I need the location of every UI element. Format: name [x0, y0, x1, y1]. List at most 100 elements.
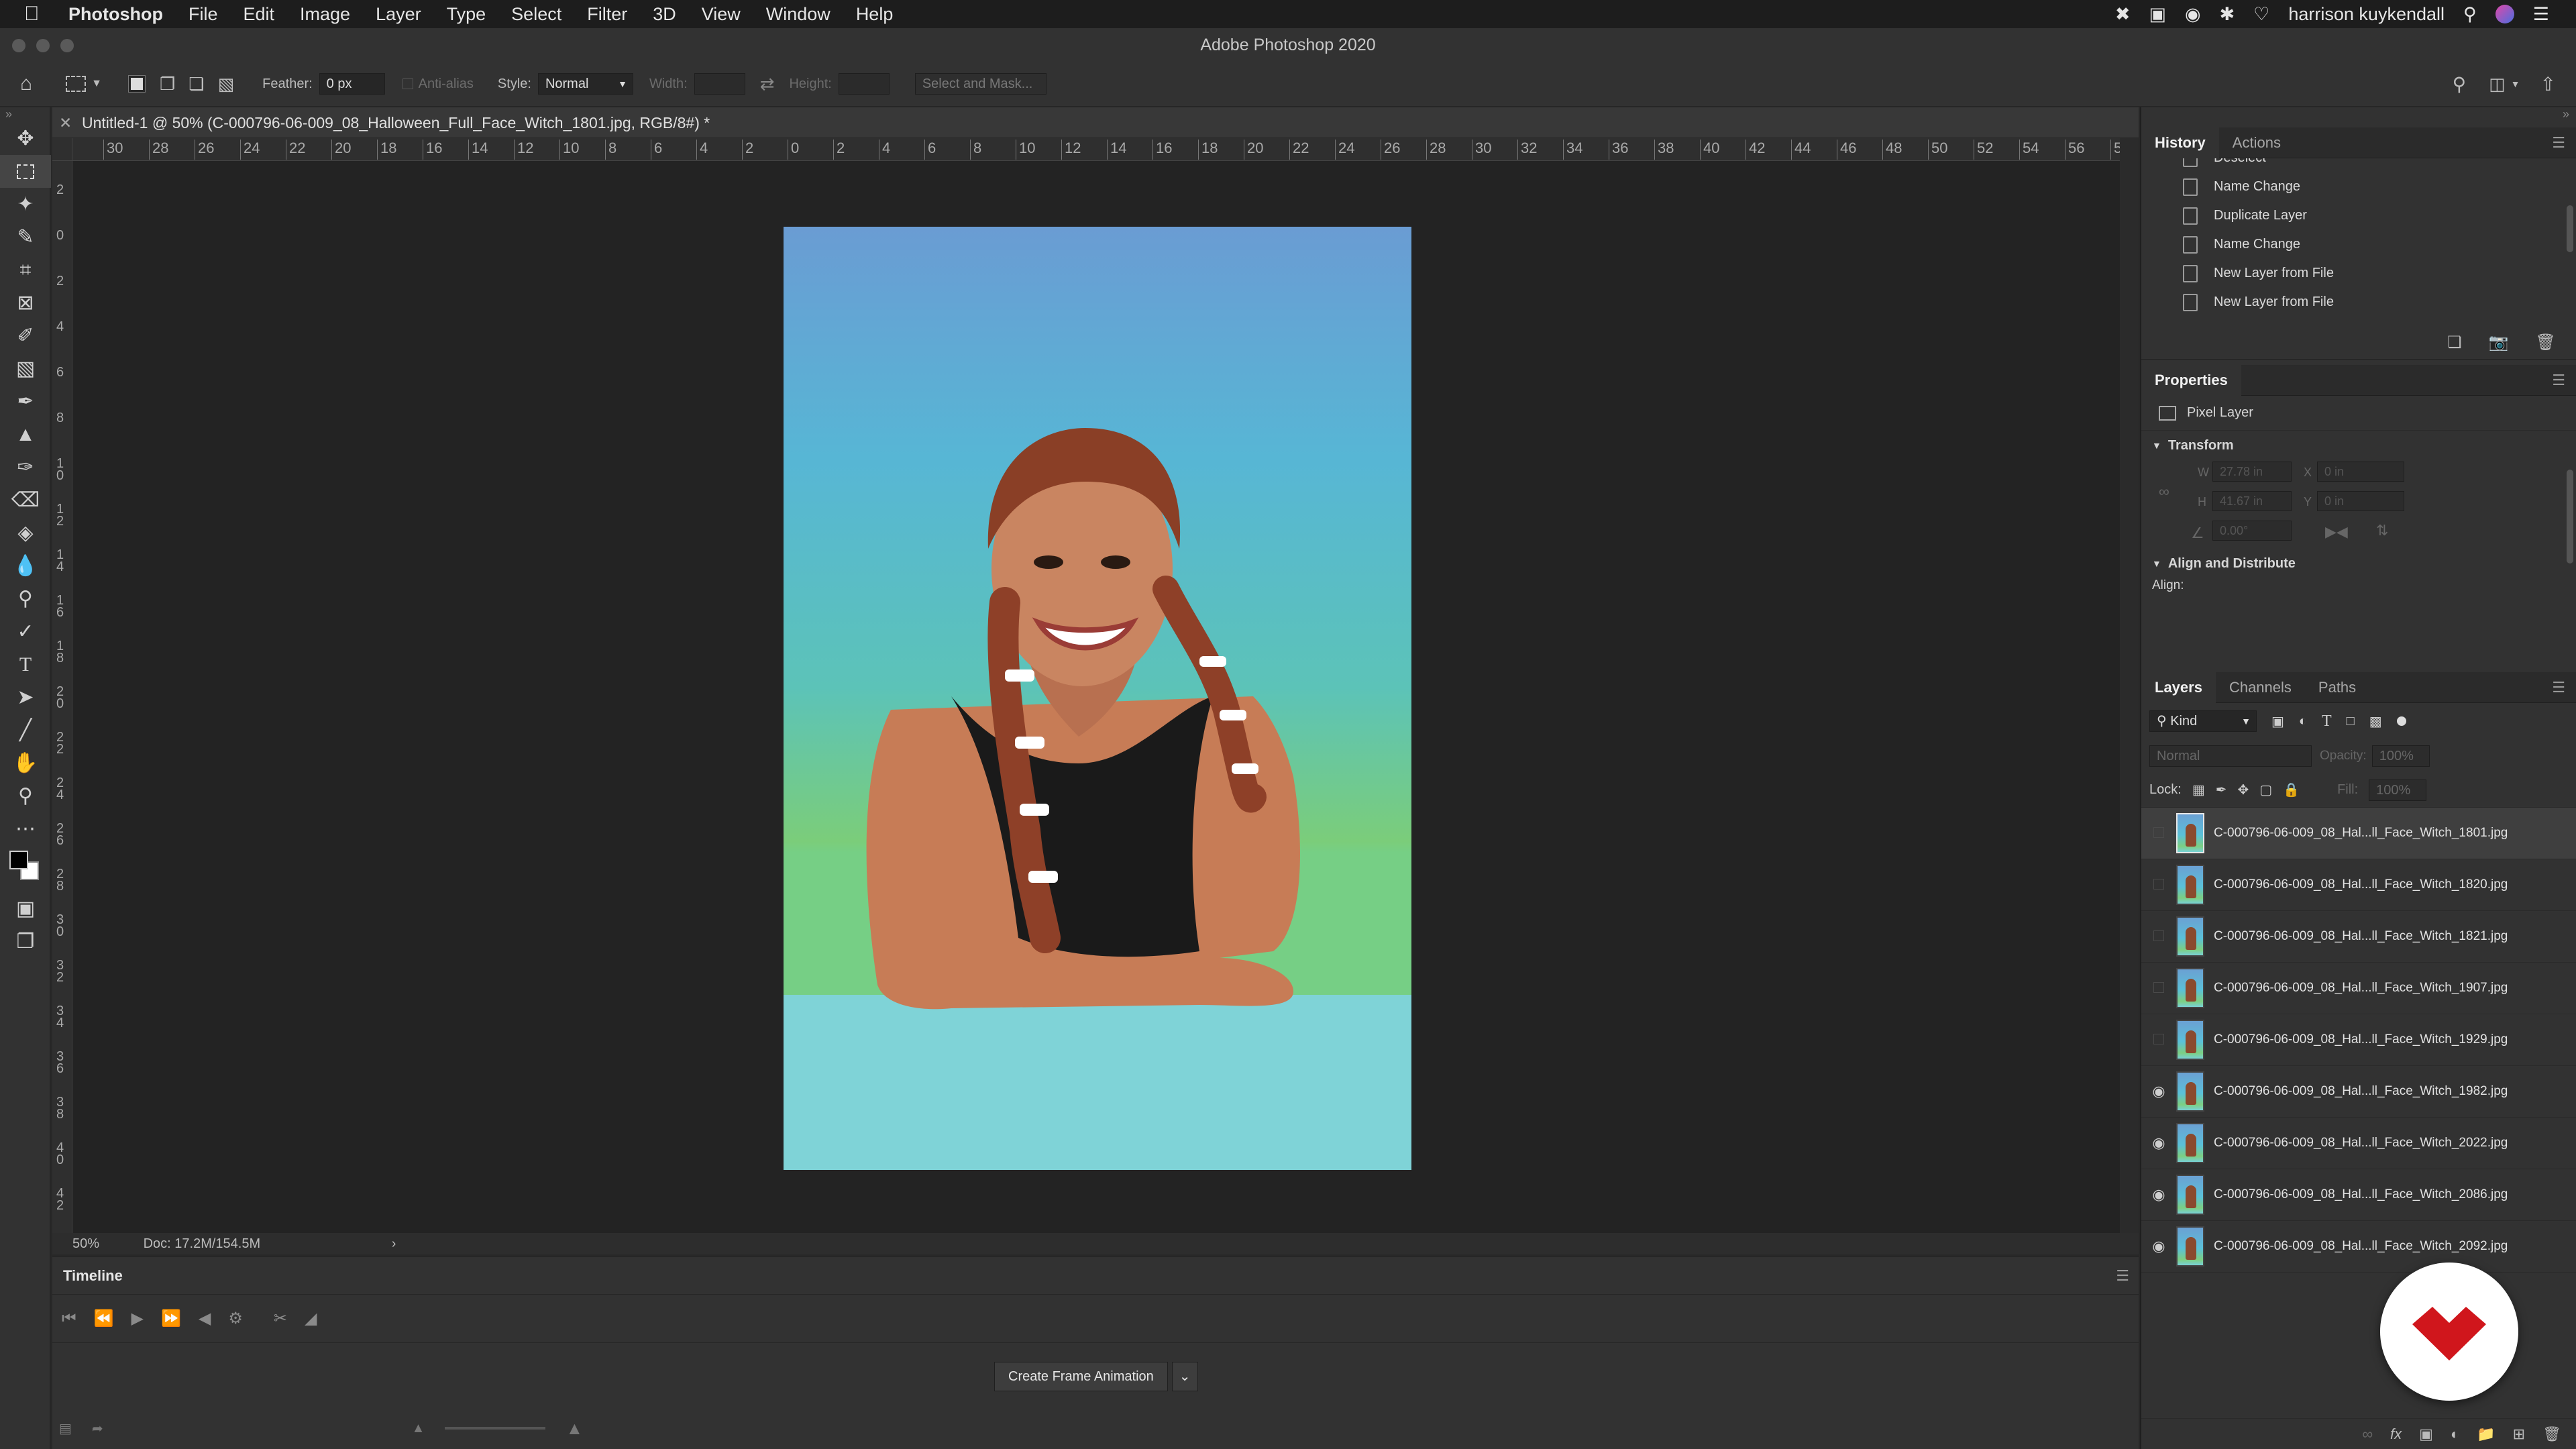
history-item[interactable]: New Layer from File [2141, 259, 2576, 288]
history-item[interactable]: Name Change [2141, 230, 2576, 259]
w-input[interactable]: 27.78 in [2212, 462, 2292, 482]
menu-user-name[interactable]: harrison kuykendall [2288, 4, 2445, 25]
snapshot-camera-icon[interactable]: 📷 [2489, 333, 2509, 352]
vertical-scrollbar[interactable] [2120, 138, 2139, 1233]
flip-horizontal-icon[interactable]: ▶◀ [2325, 523, 2348, 541]
eye-visibility-icon[interactable]: ◉ [2141, 1186, 2176, 1203]
layer-row[interactable]: C-000796-06-009_08_Hal...ll_Face_Witch_1… [2141, 808, 2576, 859]
transition-icon[interactable]: ◢ [305, 1309, 317, 1328]
subtract-selection-icon[interactable]: ❏ [189, 74, 204, 95]
apple-icon[interactable]:  [24, 3, 51, 25]
filter-kind-select[interactable]: ⚲ Kind ▼ [2149, 710, 2257, 732]
lasso-tool-icon[interactable]: ✦ [0, 188, 51, 221]
notification-center-icon[interactable]: ☰ [2533, 4, 2549, 25]
layer-style-fx-icon[interactable]: fx [2390, 1426, 2402, 1443]
layers-menu-icon[interactable]: ☰ [2552, 679, 2565, 696]
brush-tool-icon[interactable]: ✒ [0, 385, 51, 418]
menu-file[interactable]: File [189, 4, 218, 25]
status-tool-icon[interactable]: ✖ [2115, 4, 2131, 25]
healing-brush-tool-icon[interactable]: ▧ [0, 352, 51, 385]
zoom-window-icon[interactable] [60, 39, 74, 52]
zoom-out-timeline-icon[interactable]: ▲ [412, 1421, 425, 1436]
filter-pixel-icon[interactable]: ▣ [2271, 713, 2284, 730]
previous-frame-icon[interactable]: ⏪ [94, 1309, 114, 1328]
width-input[interactable] [694, 73, 745, 95]
home-icon[interactable]: ⌂ [20, 72, 32, 95]
more-tools-icon[interactable]: ⋯ [0, 812, 51, 845]
history-item[interactable]: New Layer from File [2141, 288, 2576, 317]
creative-cloud-icon[interactable]: ◉ [2185, 4, 2201, 25]
tab-properties[interactable]: Properties [2141, 364, 2241, 396]
timeline-mode-dropdown[interactable]: ⌄ [1171, 1362, 1198, 1391]
anti-alias-checkbox[interactable] [402, 78, 413, 89]
eye-visibility-icon[interactable]: ◉ [2141, 1238, 2176, 1255]
horizontal-ruler[interactable]: 30 28 26 24 22 20 18 16 14 12 10 8 6 4 2 0 2 4 6 8 10 12 14 16 1… [72, 138, 2120, 161]
render-video-icon[interactable]: ➦ [92, 1420, 103, 1437]
bluetooth-icon[interactable]: ✱ [2220, 4, 2235, 25]
x-input[interactable]: 0 in [2317, 462, 2404, 482]
visibility-toggle[interactable] [2141, 979, 2176, 997]
type-tool-icon[interactable]: T [0, 648, 51, 681]
lock-transparent-pixels-icon[interactable]: ▦ [2192, 782, 2205, 798]
filter-smart-object-icon[interactable]: ▩ [2369, 713, 2382, 730]
menu-image[interactable]: Image [300, 4, 350, 25]
h-input[interactable]: 41.67 in [2212, 491, 2292, 511]
convert-frames-icon[interactable]: ▤ [59, 1420, 72, 1437]
filter-toggle-icon[interactable] [2396, 716, 2406, 726]
properties-scrollbar[interactable] [2567, 470, 2573, 564]
eye-visibility-icon[interactable]: ◉ [2141, 1083, 2176, 1100]
document-tab[interactable]: ✕ Untitled-1 @ 50% (C-000796-06-009_08_H… [52, 107, 2139, 138]
new-selection-icon[interactable] [127, 75, 146, 93]
path-selection-tool-icon[interactable]: ➤ [0, 681, 51, 714]
delete-layer-trash-icon[interactable]: 🗑 [2542, 1426, 2561, 1443]
tab-history[interactable]: History [2141, 127, 2219, 158]
menu-app-photoshop[interactable]: Photoshop [68, 4, 163, 25]
quick-mask-icon[interactable]: ▣ [0, 892, 51, 925]
adjustment-layer-icon[interactable]: ◐ [2451, 1426, 2459, 1443]
filter-adjustment-icon[interactable]: ◐ [2299, 714, 2307, 729]
zoom-tool-icon[interactable]: ⚲ [0, 780, 51, 812]
eyedropper-tool-icon[interactable]: ✐ [0, 319, 51, 352]
add-selection-icon[interactable]: ❐ [160, 74, 175, 95]
menu-select[interactable]: Select [511, 4, 561, 25]
audio-icon[interactable]: ◀ [199, 1309, 211, 1328]
timeline-settings-icon[interactable]: ⚙ [228, 1309, 243, 1328]
timeline-zoom-slider[interactable] [445, 1427, 546, 1430]
crop-tool-icon[interactable]: ⌗ [0, 254, 51, 286]
layer-row[interactable]: C-000796-06-009_08_Hal...ll_Face_Witch_1… [2141, 859, 2576, 911]
align-distribute-section[interactable]: ▼ Align and Distribute [2141, 549, 2576, 578]
timeline-title[interactable]: Timeline [63, 1267, 123, 1284]
new-group-folder-icon[interactable]: 📁 [2477, 1426, 2495, 1443]
clone-stamp-tool-icon[interactable]: ▲ [0, 418, 51, 451]
document-image[interactable] [784, 227, 1411, 1170]
menu-edit[interactable]: Edit [244, 4, 275, 25]
tab-layers[interactable]: Layers [2141, 672, 2216, 703]
lock-position-icon[interactable]: ✥ [2237, 782, 2249, 798]
swap-dimensions-icon[interactable]: ⇄ [760, 74, 775, 95]
new-document-from-state-icon[interactable]: ❏ [2447, 333, 2462, 352]
quick-selection-tool-icon[interactable]: ✎ [0, 221, 51, 254]
eraser-tool-icon[interactable]: ⌫ [0, 484, 51, 517]
angle-input[interactable]: 0.00° [2212, 521, 2292, 541]
history-item[interactable]: Name Change [2141, 172, 2576, 201]
new-layer-icon[interactable]: ⊞ [2513, 1426, 2525, 1443]
workspace-icon[interactable]: ◫ [2489, 74, 2506, 95]
pen-tool-icon[interactable]: ✓ [0, 615, 51, 648]
feather-input[interactable]: 0 px [319, 73, 385, 95]
menu-view[interactable]: View [702, 4, 741, 25]
eye-visibility-icon[interactable]: ◉ [2141, 1134, 2176, 1152]
color-swatches[interactable] [0, 845, 51, 892]
history-brush-tool-icon[interactable]: ✑ [0, 451, 51, 484]
workspace-dropdown-icon[interactable]: ▼ [2511, 78, 2520, 89]
line-tool-icon[interactable]: ╱ [0, 714, 51, 747]
layer-row[interactable]: C-000796-06-009_08_Hal...ll_Face_Witch_1… [2141, 963, 2576, 1014]
visibility-toggle[interactable] [2141, 928, 2176, 945]
menu-filter[interactable]: Filter [587, 4, 627, 25]
flip-vertical-icon[interactable]: ⇅ [2376, 522, 2388, 539]
zoom-level[interactable]: 50% [72, 1236, 99, 1251]
y-input[interactable]: 0 in [2317, 491, 2404, 511]
link-dimensions-icon[interactable]: ∞ [2159, 483, 2169, 500]
timeline-menu-icon[interactable]: ☰ [2116, 1257, 2129, 1295]
paint-bucket-tool-icon[interactable]: ◈ [0, 517, 51, 549]
select-and-mask-button[interactable]: Select and Mask... [914, 73, 1046, 95]
